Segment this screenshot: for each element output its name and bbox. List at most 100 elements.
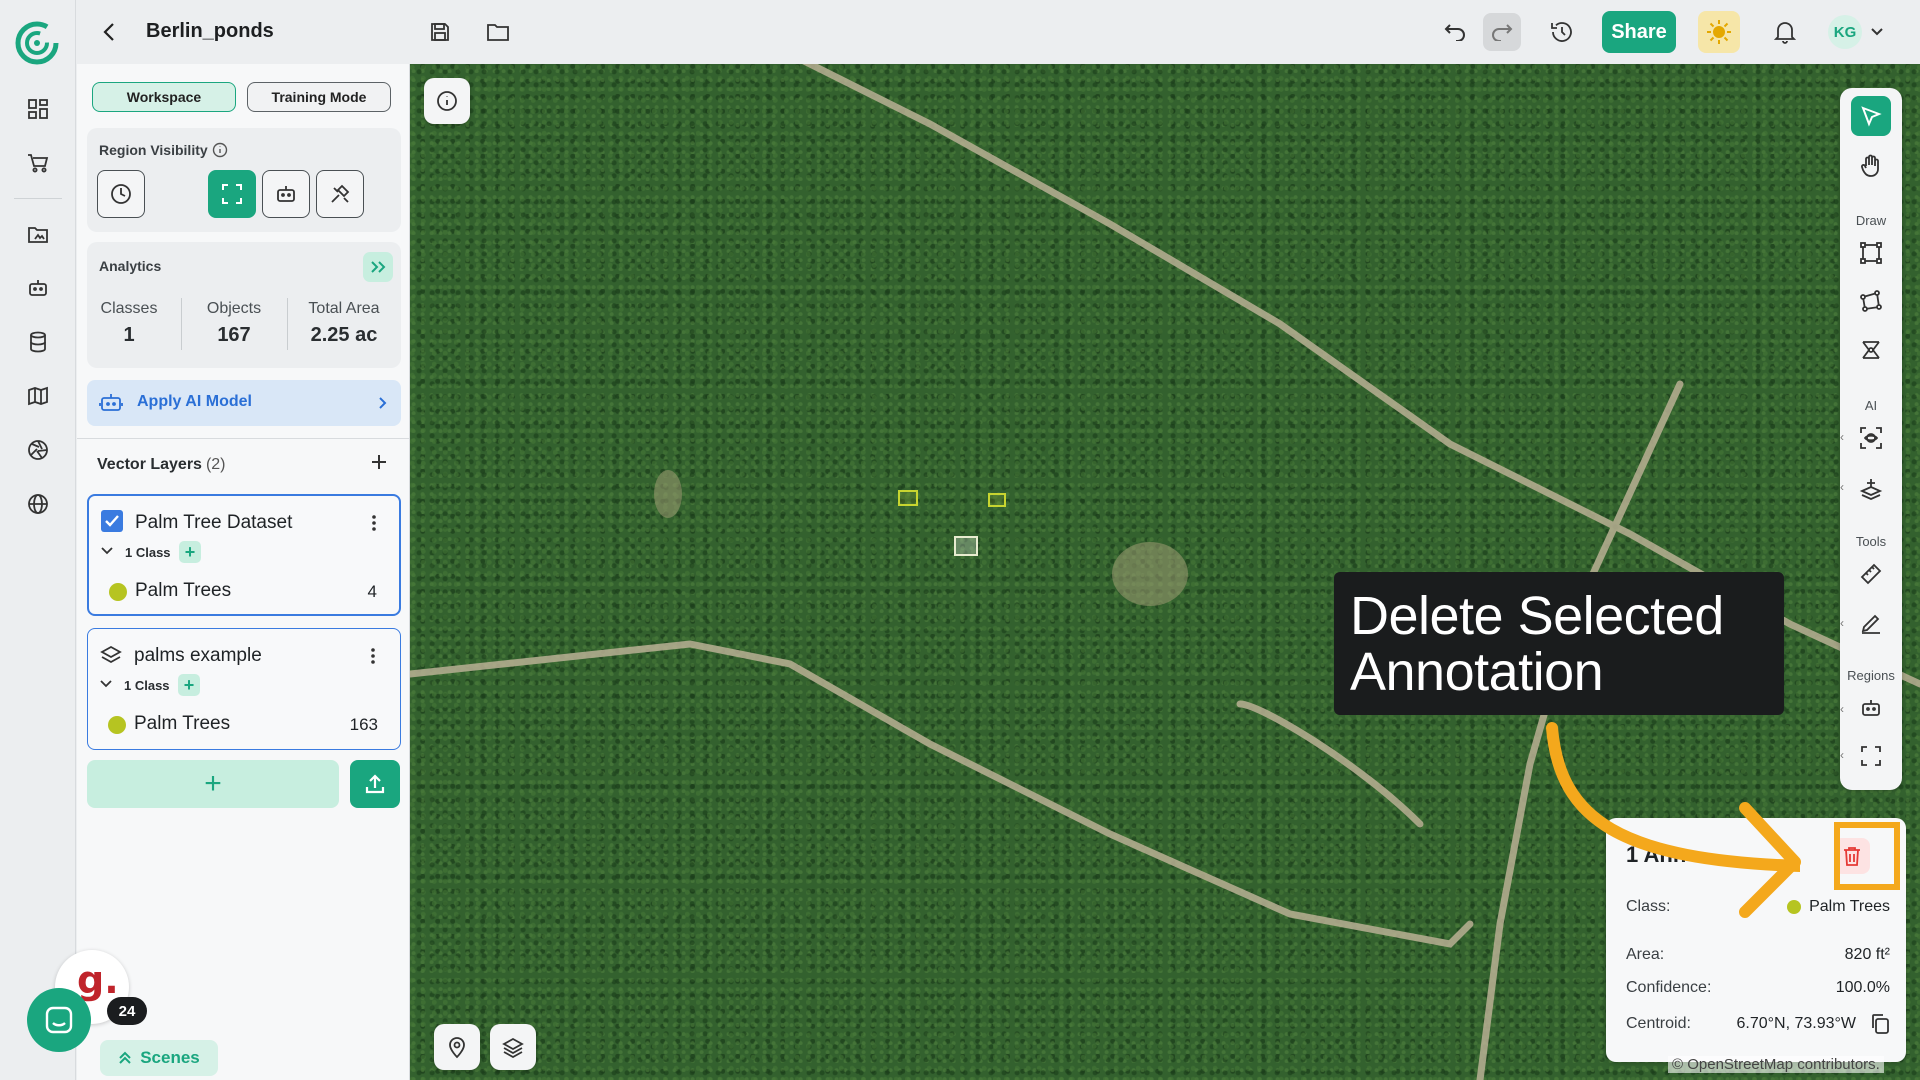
copy-icon[interactable] (1870, 1013, 1890, 1035)
location-pin-icon[interactable] (434, 1024, 480, 1070)
selected-annotation-box[interactable] (954, 536, 978, 556)
layer-card-palms-example[interactable]: palms example 1 Class + Palm Trees 163 (87, 628, 401, 750)
cart-icon[interactable] (22, 147, 54, 179)
class-name[interactable]: Palm Trees (135, 580, 231, 602)
tools-group-label: Tools (1855, 534, 1887, 549)
expand-caret-icon[interactable]: ‹ (1840, 748, 1844, 762)
g-logo-text: g. (77, 958, 119, 1002)
sun-icon[interactable] (1698, 11, 1740, 53)
undo-icon[interactable] (1436, 13, 1474, 51)
expand-caret-icon[interactable]: ‹ (1840, 616, 1844, 630)
expand-caret-icon[interactable]: ‹ (1840, 430, 1844, 444)
analytics-card: Analytics Classes 1 Objects 167 Total Ar… (87, 242, 401, 368)
confidence-row: Confidence: 100.0% (1626, 979, 1890, 997)
class-color-dot (108, 716, 126, 734)
centroid-value: 6.70°N, 73.93°W (1736, 1015, 1856, 1032)
chevron-down-icon[interactable] (101, 547, 113, 555)
pan-hand-icon[interactable] (1851, 146, 1891, 186)
stat-label: Classes (100, 300, 158, 317)
robot-icon[interactable] (22, 272, 54, 304)
chat-launcher-icon[interactable] (27, 988, 91, 1052)
database-icon[interactable] (22, 326, 54, 358)
region-visibility-card: Region Visibility (87, 128, 401, 232)
folder-icon[interactable] (479, 13, 517, 51)
class-object-count: 163 (349, 715, 378, 734)
workspace-mode-button[interactable]: Workspace (92, 82, 236, 112)
add-class-button[interactable]: + (179, 541, 201, 563)
class-count: 1 Class (124, 678, 170, 693)
save-icon[interactable] (421, 13, 459, 51)
expand-caret-icon[interactable]: ‹ (1840, 702, 1844, 716)
apply-ai-model-button[interactable]: Apply AI Model (87, 380, 401, 426)
delete-button-highlight (1834, 822, 1900, 890)
more-vertical-icon[interactable] (370, 647, 376, 665)
class-color-dot (109, 583, 127, 601)
share-button[interactable]: Share (1602, 11, 1676, 53)
user-menu[interactable]: KG (1828, 15, 1908, 49)
draw-lasso-icon[interactable] (1851, 330, 1891, 370)
vector-layers-count: (2) (205, 456, 226, 473)
chevron-right-icon (379, 397, 387, 409)
scenes-label: Scenes (140, 1048, 200, 1067)
layers-icon (100, 645, 122, 664)
annotation-box[interactable] (988, 493, 1006, 507)
layers-icon[interactable] (490, 1024, 536, 1070)
stat-value: 1 (123, 324, 135, 346)
notification-count-badge: 24 (107, 997, 147, 1025)
chevron-down-icon[interactable] (100, 680, 112, 688)
map-icon[interactable] (22, 380, 54, 412)
globe-icon[interactable] (22, 488, 54, 520)
add-class-button[interactable]: + (178, 674, 200, 696)
draw-polygon-icon[interactable] (1851, 281, 1891, 321)
clock-visibility-button[interactable] (97, 170, 145, 218)
expand-analytics-icon[interactable] (363, 252, 393, 282)
region-frame-icon[interactable] (1851, 736, 1891, 776)
folder-image-icon[interactable] (22, 218, 54, 250)
stat-label: Total Area (308, 300, 380, 317)
pencil-icon[interactable] (1851, 603, 1891, 643)
layer-checkbox[interactable] (101, 510, 123, 532)
history-icon[interactable] (1542, 13, 1580, 51)
aperture-icon[interactable] (22, 434, 54, 466)
ai-segment-icon[interactable] (1851, 468, 1891, 508)
region-robot-icon[interactable] (1851, 688, 1891, 728)
info-icon (212, 142, 228, 158)
regions-group-label: Regions (1847, 668, 1895, 683)
area-value: 820 ft² (1844, 946, 1890, 963)
ruler-icon[interactable] (1851, 554, 1891, 594)
upload-icon[interactable] (350, 760, 400, 808)
tooltip-line-2: Annotation (1350, 642, 1604, 702)
training-mode-button[interactable]: Training Mode (247, 82, 391, 112)
app-logo-icon[interactable] (14, 20, 60, 66)
layer-card-palm-tree-dataset[interactable]: Palm Tree Dataset 1 Class + Palm Trees 4 (87, 494, 401, 616)
add-layer-plus-icon[interactable] (369, 452, 389, 472)
tools-visibility-button[interactable] (316, 170, 364, 218)
divider (77, 438, 410, 439)
class-name[interactable]: Palm Trees (134, 713, 230, 735)
delete-annotation-tooltip: Delete Selected Annotation (1334, 572, 1784, 715)
robot-visibility-button[interactable] (262, 170, 310, 218)
analytics-title: Analytics (99, 258, 162, 274)
draw-rectangle-icon[interactable] (1851, 233, 1891, 273)
tooltip-line-1: Delete Selected (1350, 586, 1724, 646)
back-chevron-icon[interactable] (90, 13, 128, 51)
stat-classes: Classes 1 (87, 300, 171, 347)
scenes-button[interactable]: Scenes (100, 1040, 218, 1076)
stat-objects: Objects 167 (181, 300, 287, 347)
expand-caret-icon[interactable]: ‹ (1840, 480, 1844, 494)
more-vertical-icon[interactable] (371, 514, 377, 532)
project-title: Berlin_ponds (146, 20, 274, 42)
class-object-count: 4 (367, 582, 377, 601)
select-cursor-icon[interactable] (1851, 96, 1891, 136)
region-visibility-label: Region Visibility (99, 142, 208, 158)
region-frame-button[interactable] (208, 170, 256, 218)
annotation-box[interactable] (898, 490, 918, 506)
info-icon[interactable] (424, 78, 470, 124)
ai-group-label: AI (1864, 398, 1878, 413)
add-layer-button[interactable]: + (87, 760, 339, 808)
dashboard-icon[interactable] (22, 93, 54, 125)
bell-icon[interactable] (1766, 13, 1804, 51)
ai-detect-icon[interactable] (1851, 418, 1891, 458)
vector-layers-header: Vector Layers (2) (97, 456, 226, 474)
redo-icon[interactable] (1483, 13, 1521, 51)
